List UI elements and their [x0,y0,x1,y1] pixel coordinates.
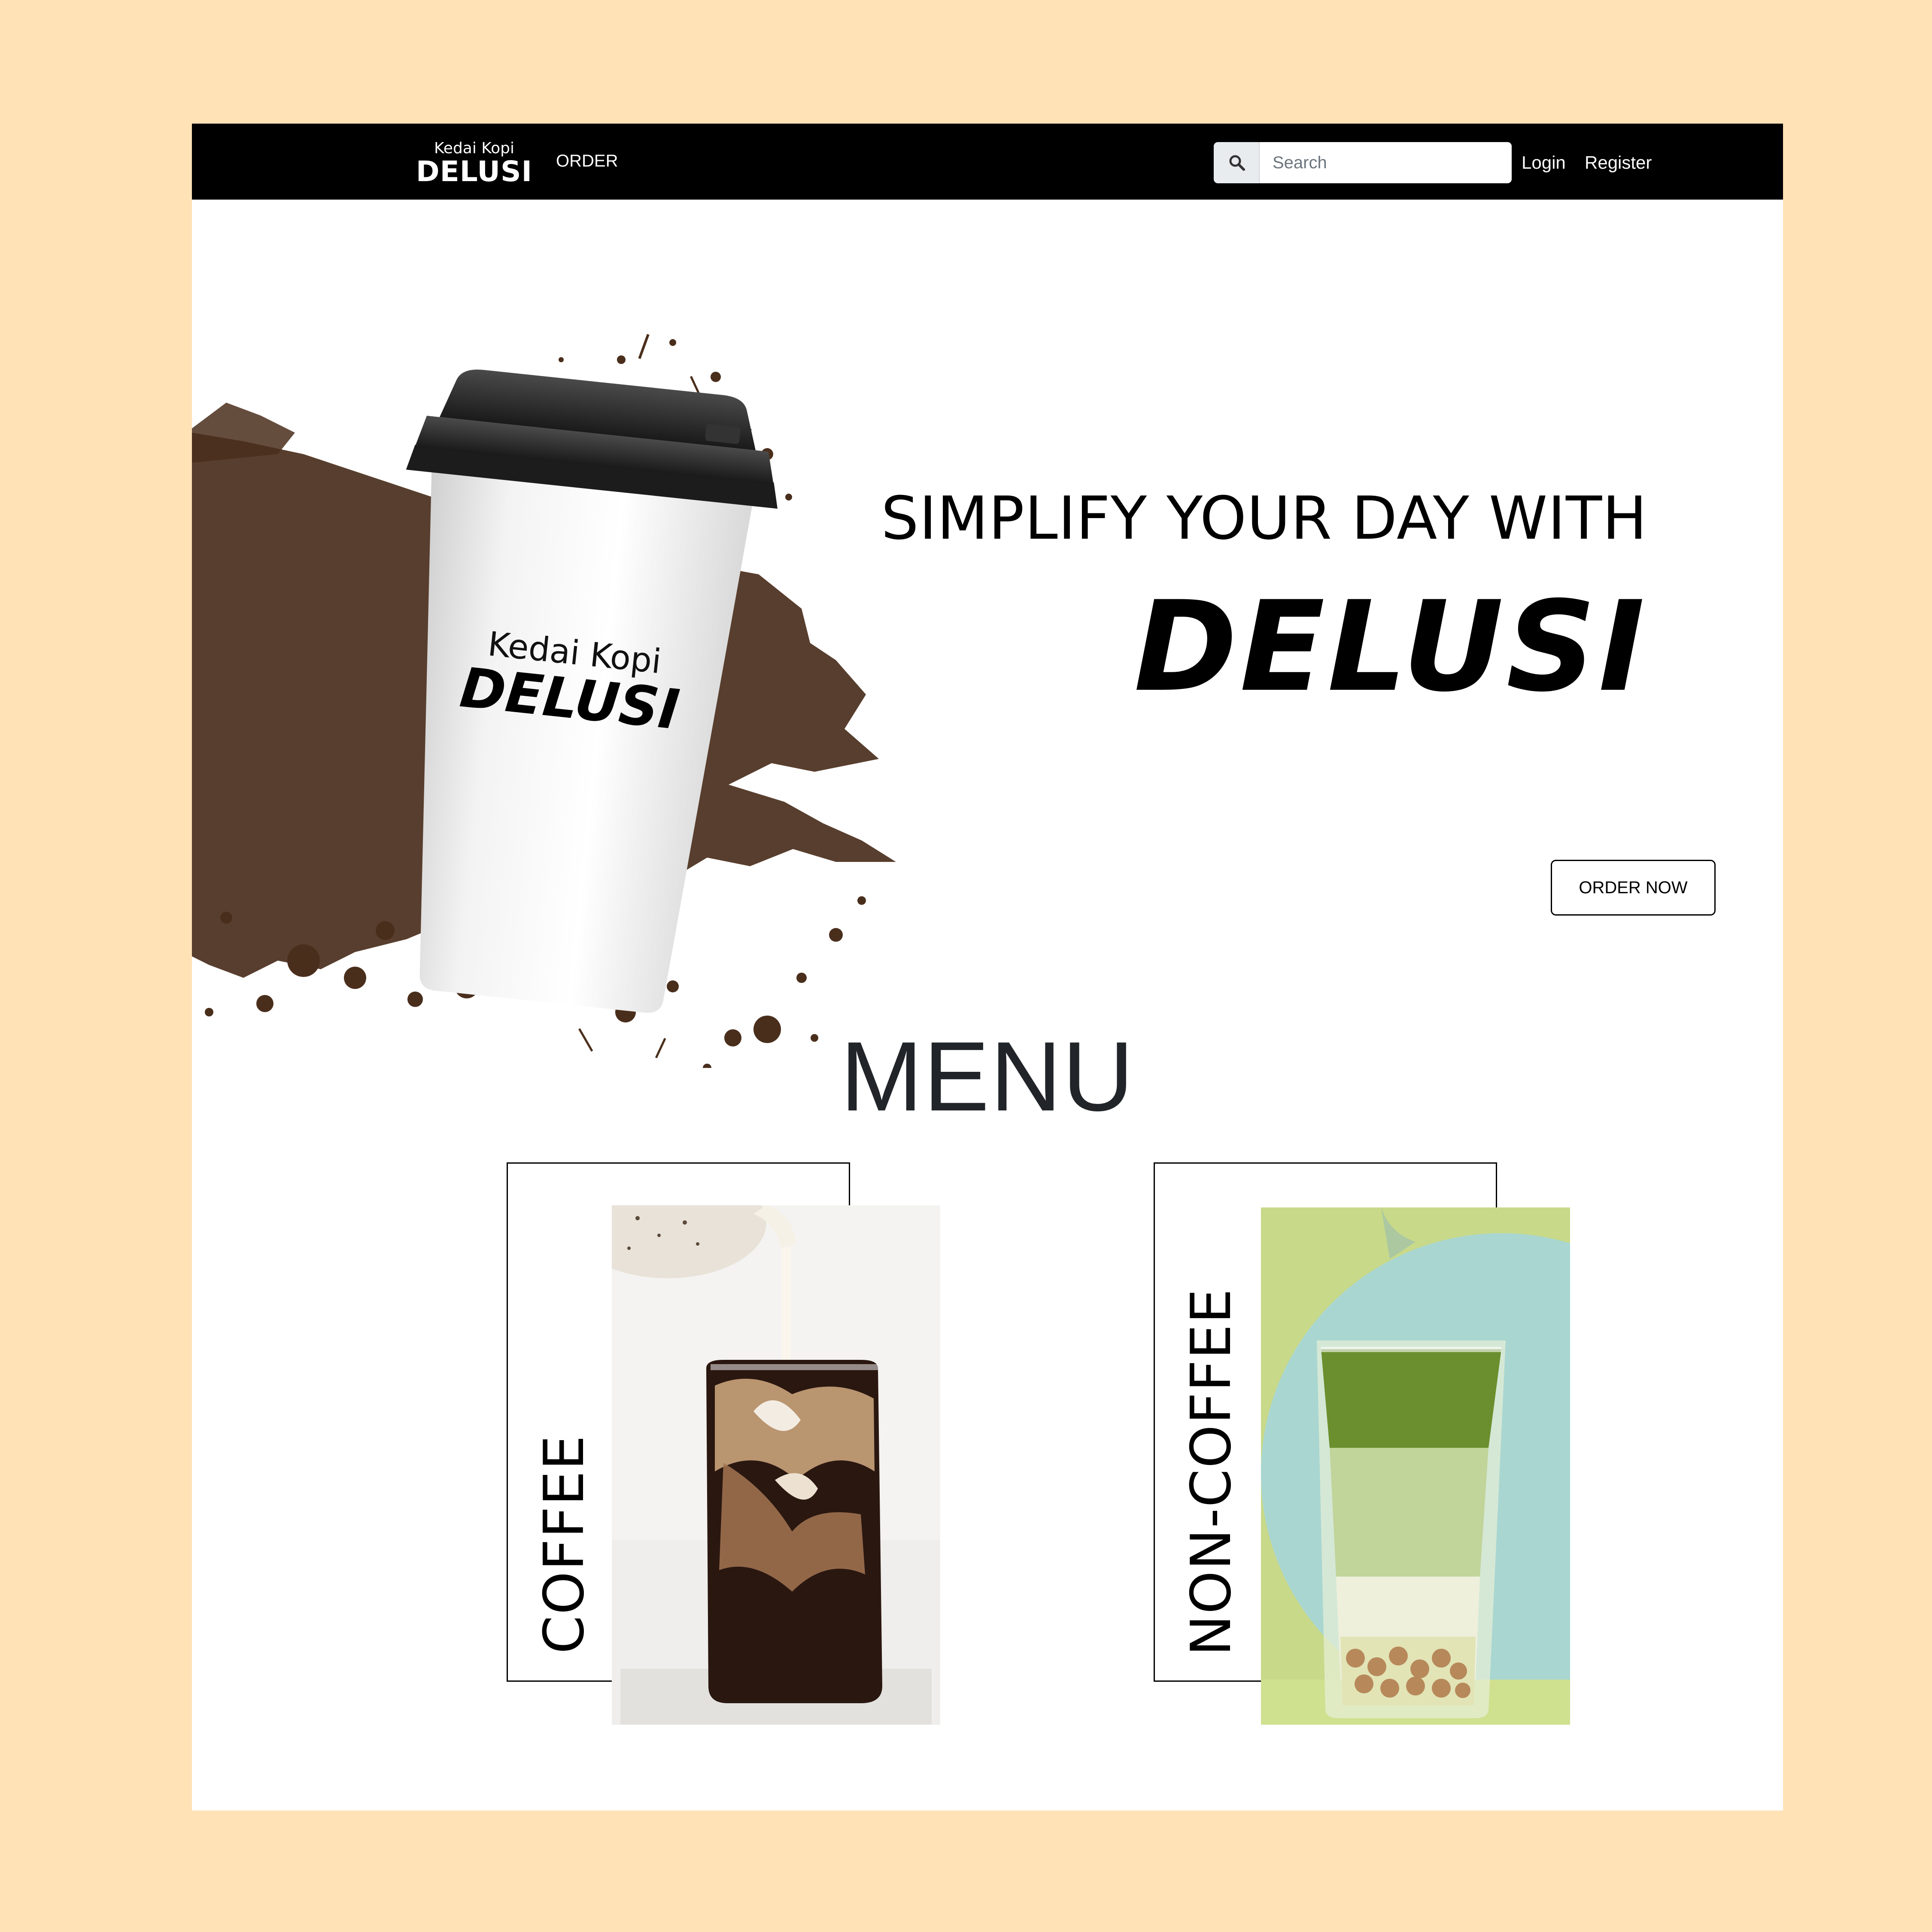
hero-coffee-cup-illustration: Kedai Kopi DELUSI [192,334,896,1068]
menu-title: MENU [840,1021,1135,1131]
card-label-coffee: COFFEE [532,1434,596,1654]
navbar: Kedai Kopi DELUSI ORDER Login Register [192,124,1783,200]
search-icon [1229,155,1245,171]
nav-order-link[interactable]: ORDER [556,150,618,172]
brand-logo[interactable]: Kedai Kopi DELUSI [415,139,533,188]
webpage: Kedai Kopi DELUSI ORDER Login Register [192,124,1783,1811]
hero-headline: SIMPLIFY YOUR DAY WITH [881,484,1647,553]
matcha-boba-image [1261,1207,1570,1725]
iced-latte-image [612,1205,940,1725]
order-now-button[interactable]: ORDER NOW [1551,860,1716,916]
search-button[interactable] [1214,142,1260,183]
hero-brand-title: DELUSI [1134,575,1647,719]
menu-card-non-coffee[interactable]: NON-COFFEE [1154,1162,1587,1729]
iced-latte-photo [612,1205,940,1725]
search-group [1214,142,1512,183]
login-link[interactable]: Login [1522,152,1566,173]
brand-name: DELUSI [416,155,533,188]
card-label-non-coffee: NON-COFFEE [1179,1288,1243,1656]
register-link[interactable]: Register [1585,152,1652,173]
matcha-boba-photo [1261,1207,1570,1725]
search-input[interactable] [1260,142,1512,183]
menu-card-coffee[interactable]: COFFEE [507,1162,945,1729]
